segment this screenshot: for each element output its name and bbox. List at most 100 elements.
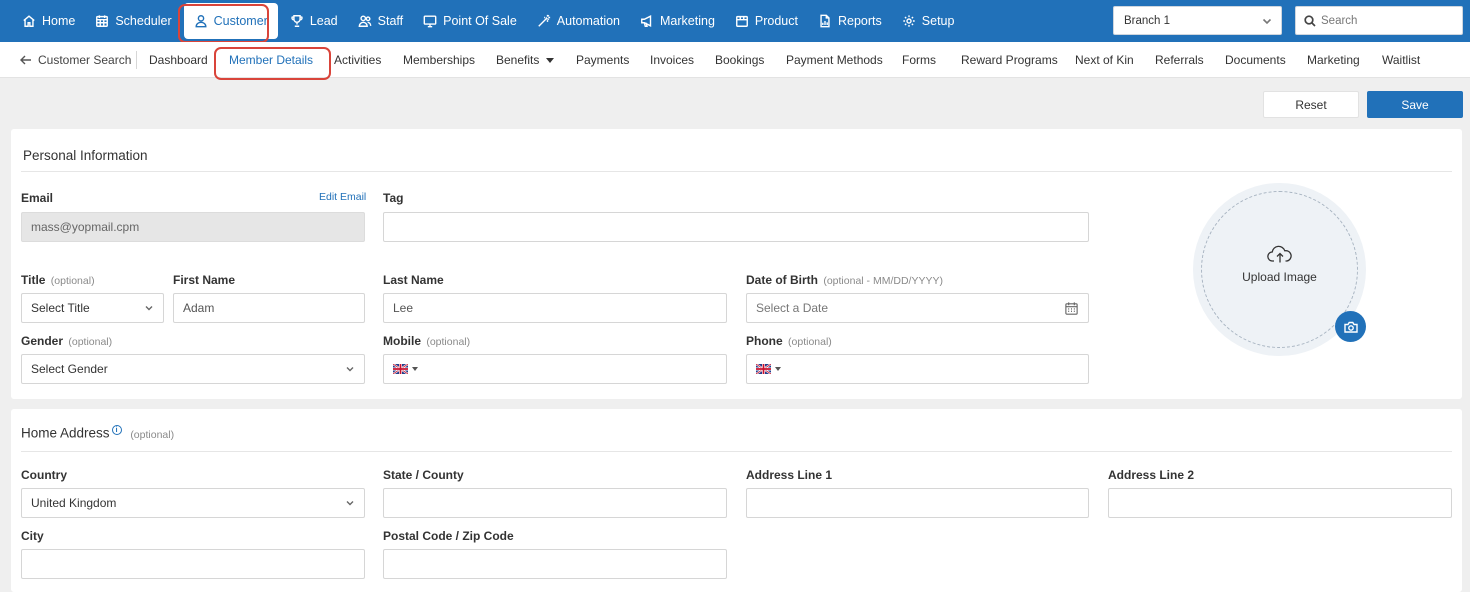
- tab-dashboard[interactable]: Dashboard: [149, 42, 208, 78]
- branch-select[interactable]: Branch 1: [1113, 6, 1282, 35]
- dob-label: Date of Birth (optional - MM/DD/YYYY): [746, 273, 943, 287]
- trophy-icon: [291, 15, 303, 27]
- phone-input[interactable]: [746, 354, 1089, 384]
- tab-member-details-label: Member Details: [229, 53, 314, 67]
- nav-scheduler[interactable]: Scheduler: [85, 0, 181, 42]
- caret-down-icon: [775, 367, 781, 371]
- first-name-input[interactable]: Adam: [173, 293, 365, 323]
- edit-email-link[interactable]: Edit Email: [319, 191, 366, 203]
- chevron-down-icon: [346, 501, 354, 506]
- search-input[interactable]: [1321, 14, 1451, 27]
- tag-label: Tag: [383, 191, 404, 205]
- gender-label-text: Gender: [21, 334, 64, 348]
- title-select[interactable]: Select Title: [21, 293, 164, 323]
- nav-home[interactable]: Home: [12, 0, 85, 42]
- optional-hint: (optional): [50, 275, 95, 287]
- megaphone-icon: [641, 15, 652, 27]
- city-input[interactable]: [21, 549, 365, 579]
- info-icon[interactable]: i: [111, 425, 122, 435]
- gender-select-value: Select Gender: [31, 362, 108, 376]
- state-input[interactable]: [383, 488, 727, 518]
- nav-customer[interactable]: Customer: [183, 3, 278, 39]
- calendar-icon[interactable]: [1064, 301, 1079, 316]
- divider: [21, 451, 1452, 452]
- last-name-input[interactable]: Lee: [383, 293, 727, 323]
- tab-referrals-label: Referrals: [1155, 53, 1204, 67]
- nav-customer-label: Customer: [213, 14, 268, 28]
- global-search: [1295, 6, 1463, 35]
- save-button[interactable]: Save: [1367, 91, 1463, 118]
- first-name-value: Adam: [183, 301, 215, 315]
- tab-bookings[interactable]: Bookings: [715, 42, 764, 78]
- nav-marketing[interactable]: Marketing: [630, 0, 725, 42]
- caret-down-icon: [546, 58, 555, 63]
- address-line2-label: Address Line 2: [1108, 468, 1195, 482]
- tab-activities[interactable]: Activities: [334, 42, 381, 78]
- tab-dashboard-label: Dashboard: [149, 53, 208, 67]
- reset-button[interactable]: Reset: [1263, 91, 1359, 118]
- tab-bookings-label: Bookings: [715, 53, 765, 67]
- nav-lead[interactable]: Lead: [280, 0, 348, 42]
- address-line1-input[interactable]: [746, 488, 1089, 518]
- tab-waitlist-label: Waitlist: [1382, 53, 1421, 67]
- camera-button[interactable]: [1335, 311, 1366, 342]
- nav-reports-label: Reports: [838, 14, 882, 28]
- tab-reward-programs[interactable]: Reward Programs: [961, 42, 1058, 78]
- nav-reports[interactable]: Reports: [808, 0, 892, 42]
- nav-setup[interactable]: Setup: [892, 0, 965, 42]
- tab-documents[interactable]: Documents: [1225, 42, 1286, 78]
- tab-forms-label: Forms: [902, 53, 936, 67]
- mobile-label: Mobile (optional): [383, 334, 470, 348]
- nav-automation[interactable]: Automation: [527, 0, 630, 42]
- country-code-dropdown[interactable]: [756, 364, 781, 374]
- tab-documents-label: Documents: [1225, 53, 1286, 67]
- tab-activities-label: Activities: [334, 53, 382, 67]
- back-to-customer-search[interactable]: Customer Search: [20, 51, 138, 69]
- tab-payment-methods[interactable]: Payment Methods: [786, 42, 883, 78]
- divider: [21, 171, 1452, 172]
- country-select-value: United Kingdom: [31, 496, 117, 510]
- address-line2-input[interactable]: [1108, 488, 1452, 518]
- state-label: State / County: [383, 468, 464, 482]
- tab-next-of-kin[interactable]: Next of Kin: [1075, 42, 1134, 78]
- tab-reward-programs-label: Reward Programs: [961, 53, 1058, 67]
- tab-payments-label: Payments: [576, 53, 630, 67]
- chevron-down-icon: [145, 306, 153, 311]
- tab-benefits[interactable]: Benefits: [496, 42, 555, 78]
- country-code-dropdown[interactable]: [393, 364, 418, 374]
- mobile-label-text: Mobile: [383, 334, 421, 348]
- gender-select[interactable]: Select Gender: [21, 354, 365, 384]
- phone-label-text: Phone: [746, 334, 783, 348]
- nav-point-of-sale[interactable]: Point Of Sale: [413, 0, 527, 42]
- nav-product[interactable]: Product: [725, 0, 808, 42]
- postal-code-input[interactable]: [383, 549, 727, 579]
- tab-memberships-label: Memberships: [403, 53, 476, 67]
- email-label: Email: [21, 191, 54, 205]
- tab-invoices[interactable]: Invoices: [650, 42, 694, 78]
- users-icon: [358, 15, 372, 27]
- country-select[interactable]: United Kingdom: [21, 488, 365, 518]
- nav-staff[interactable]: Staff: [348, 0, 413, 42]
- chevron-down-icon: [346, 367, 354, 372]
- dob-datepicker[interactable]: Select a Date: [746, 293, 1089, 323]
- email-value: mass@yopmail.cpm: [31, 220, 140, 234]
- user-icon: [195, 15, 207, 28]
- tab-memberships[interactable]: Memberships: [403, 42, 475, 78]
- home-icon: [23, 15, 35, 27]
- calendar-grid-icon: [96, 15, 109, 27]
- tab-payments[interactable]: Payments: [576, 42, 629, 78]
- tab-forms[interactable]: Forms: [902, 42, 936, 78]
- title-label-text: Title: [21, 273, 46, 287]
- tab-waitlist[interactable]: Waitlist: [1382, 42, 1420, 78]
- tab-referrals[interactable]: Referrals: [1155, 42, 1204, 78]
- optional-hint: (optional): [788, 336, 832, 348]
- tag-input[interactable]: [383, 212, 1089, 242]
- postal-code-label: Postal Code / Zip Code: [383, 529, 514, 543]
- customer-sub-navigation: Customer Search Dashboard Member Details…: [0, 42, 1470, 78]
- tab-marketing[interactable]: Marketing: [1307, 42, 1360, 78]
- optional-hint: (optional): [426, 336, 471, 348]
- nav-lead-label: Lead: [309, 14, 338, 28]
- nav-staff-label: Staff: [377, 14, 404, 28]
- tab-member-details[interactable]: Member Details: [229, 42, 313, 78]
- mobile-input[interactable]: [383, 354, 727, 384]
